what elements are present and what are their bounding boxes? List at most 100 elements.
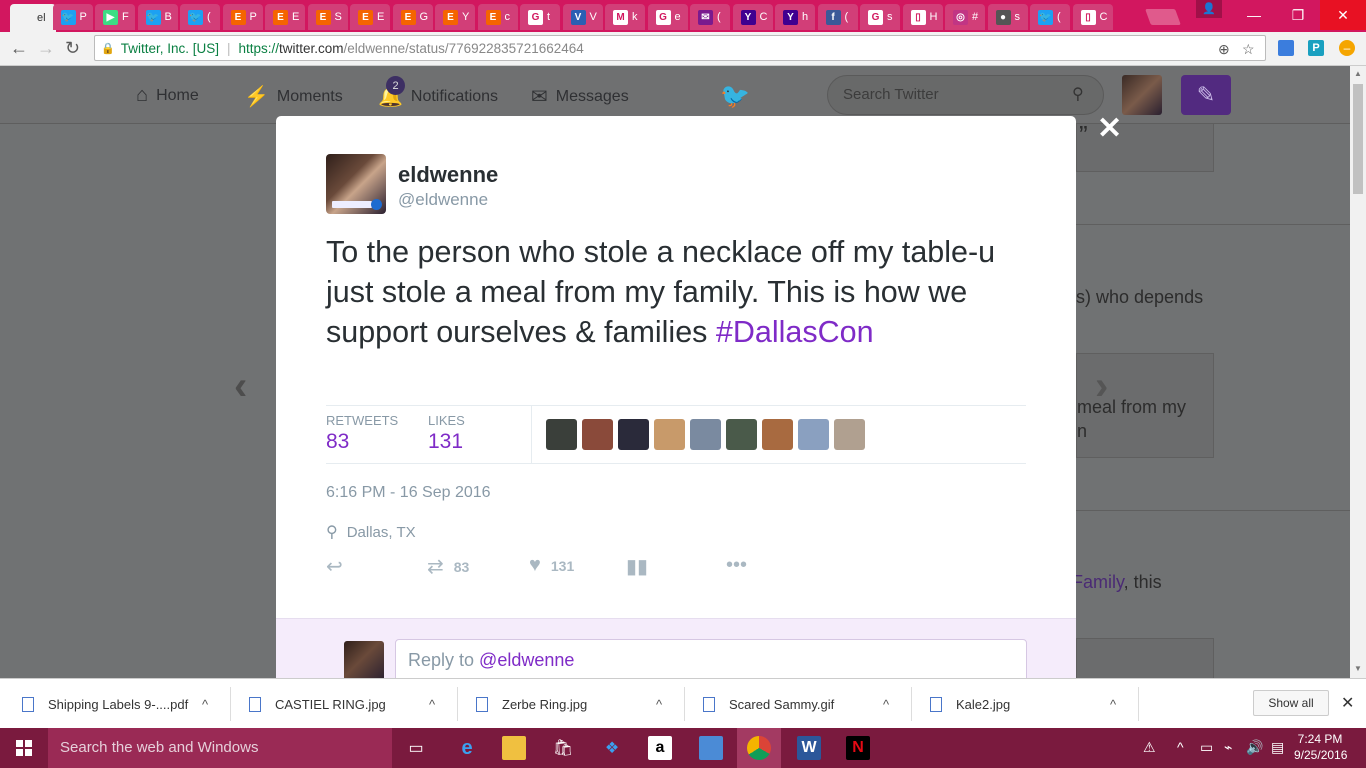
user-handle[interactable]: @eldwenne xyxy=(398,190,488,210)
restore-icon[interactable]: ❐ xyxy=(1276,0,1320,30)
liker-avatar[interactable] xyxy=(546,419,577,450)
battery-icon[interactable]: ▭ xyxy=(1200,739,1213,756)
liker-avatar[interactable] xyxy=(654,419,685,450)
nav-moments[interactable]: ⚡ Moments xyxy=(244,84,343,109)
chrome-icon[interactable] xyxy=(747,736,771,760)
liker-avatar[interactable] xyxy=(582,419,613,450)
tab-item[interactable]: EP xyxy=(222,4,263,30)
scroll-down-icon[interactable]: ▼ xyxy=(1354,664,1362,673)
netflix-icon[interactable]: N xyxy=(846,736,870,760)
nav-messages[interactable]: ✉ Messages xyxy=(531,84,629,109)
tab-item[interactable]: ▯ C xyxy=(1072,4,1113,30)
tab-item[interactable]: 🐦 P xyxy=(52,4,93,30)
background-card-link[interactable]: Family xyxy=(1076,572,1124,592)
secure-indicator[interactable]: 🔒 Twitter, Inc. [US] xyxy=(101,41,219,56)
bookmark-star-icon[interactable]: ☆ xyxy=(1242,41,1255,58)
show-all-button[interactable]: Show all xyxy=(1253,690,1329,716)
retweets-count[interactable]: 83 xyxy=(326,430,349,454)
file-explorer-icon[interactable] xyxy=(502,736,526,760)
hashtag-link[interactable]: #DallasCon xyxy=(716,315,874,349)
minimize-icon[interactable]: — xyxy=(1232,0,1276,30)
tab-item[interactable]: Ge xyxy=(647,4,688,30)
compose-tweet-button[interactable]: ✎ xyxy=(1181,75,1231,115)
close-window-icon[interactable]: ✕ xyxy=(1320,0,1366,30)
chevron-up-icon[interactable]: ^ xyxy=(883,697,889,712)
extension-icon[interactable] xyxy=(1278,40,1294,56)
tab-item[interactable]: EG xyxy=(392,4,433,30)
store-icon[interactable]: 🛍 xyxy=(551,736,575,760)
download-item[interactable]: Kale2.jpg ^ xyxy=(930,679,1135,729)
previous-arrow-icon[interactable]: ‹ xyxy=(234,364,247,409)
retweets-label[interactable]: RETWEETS xyxy=(326,413,398,428)
avatar[interactable] xyxy=(1122,75,1162,115)
tab-item[interactable]: el xyxy=(10,4,56,32)
liker-avatar[interactable] xyxy=(726,419,757,450)
menu-icon[interactable]: – xyxy=(1339,40,1355,56)
extension-p-icon[interactable]: P xyxy=(1308,40,1324,56)
warning-icon[interactable]: ⚠ xyxy=(1143,739,1156,756)
next-arrow-icon[interactable]: › xyxy=(1095,364,1108,409)
search-input[interactable]: Search Twitter xyxy=(827,75,1104,115)
edge-icon[interactable]: e xyxy=(455,736,479,760)
tab-item[interactable]: VV xyxy=(562,4,603,30)
tab-item[interactable]: ● s xyxy=(987,4,1028,30)
tab-item[interactable]: Mk xyxy=(605,4,645,30)
tweet-location[interactable]: ⚲ Dallas, TX xyxy=(326,522,416,542)
close-downloads-icon[interactable]: ✕ xyxy=(1341,693,1354,713)
more-button[interactable]: ••• xyxy=(726,554,747,577)
tab-item[interactable]: 🐦( xyxy=(1030,4,1070,30)
network-icon[interactable]: ⌁ xyxy=(1224,739,1232,756)
avatar[interactable] xyxy=(326,154,386,214)
chevron-up-icon[interactable]: ^ xyxy=(429,697,435,712)
tab-item[interactable]: ✉( xyxy=(690,4,730,30)
liker-avatar[interactable] xyxy=(798,419,829,450)
tab-item[interactable]: ▯ H xyxy=(902,4,943,30)
volume-icon[interactable]: 🔊 xyxy=(1246,739,1263,756)
scrollbar[interactable]: ▲ ▼ xyxy=(1350,66,1366,678)
address-bar[interactable]: 🔒 Twitter, Inc. [US] | https:// twitter.… xyxy=(94,35,1266,61)
taskbar-search-input[interactable]: Search the web and Windows xyxy=(48,728,392,768)
like-button[interactable]: ♥ 131 xyxy=(529,554,574,577)
tab-item[interactable]: 🐦 B xyxy=(137,4,178,30)
tab-item[interactable]: EE xyxy=(350,4,390,30)
scrollbar-thumb[interactable] xyxy=(1353,84,1363,194)
tab-item[interactable]: ▶ F xyxy=(95,4,135,30)
tab-item[interactable]: EE xyxy=(265,4,305,30)
tab-item[interactable]: 🐦( xyxy=(180,4,220,30)
profile-icon[interactable]: 👤 xyxy=(1196,0,1222,18)
task-view-icon[interactable]: ▭ xyxy=(404,736,428,760)
zoom-icon[interactable]: ⊕ xyxy=(1218,41,1230,58)
analytics-button[interactable]: ▮▮ xyxy=(626,554,648,579)
chevron-up-icon[interactable]: ^ xyxy=(1177,739,1184,755)
tab-item[interactable]: ES xyxy=(307,4,348,30)
tab-item[interactable]: YC xyxy=(732,4,773,30)
amazon-icon[interactable]: a xyxy=(648,736,672,760)
liker-avatar[interactable] xyxy=(762,419,793,450)
liker-avatar[interactable] xyxy=(690,419,721,450)
chevron-up-icon[interactable]: ^ xyxy=(1110,697,1116,712)
chevron-up-icon[interactable]: ^ xyxy=(202,697,208,712)
search-icon[interactable]: ⚲ xyxy=(1072,84,1084,104)
back-arrow-icon[interactable]: ← xyxy=(10,38,28,59)
user-name[interactable]: eldwenne xyxy=(398,162,498,188)
reply-button[interactable]: ↩ xyxy=(326,554,343,579)
likes-count[interactable]: 131 xyxy=(428,430,463,454)
reload-icon[interactable]: ↻ xyxy=(65,38,80,59)
download-item[interactable]: CASTIEL RING.jpg ^ xyxy=(249,679,454,729)
tab-item[interactable]: Ec xyxy=(477,4,518,30)
chevron-up-icon[interactable]: ^ xyxy=(656,697,662,712)
clock[interactable]: 7:24 PM 9/25/2016 xyxy=(1294,731,1347,763)
tab-item[interactable]: Gt xyxy=(520,4,560,30)
tab-item[interactable]: EY xyxy=(435,4,475,30)
scroll-up-icon[interactable]: ▲ xyxy=(1354,69,1362,78)
liker-avatar[interactable] xyxy=(834,419,865,450)
twitter-bird-icon[interactable]: 🐦 xyxy=(720,82,750,111)
action-center-icon[interactable]: ▤ xyxy=(1271,739,1284,756)
tab-item[interactable]: Gs xyxy=(860,4,900,30)
likes-label[interactable]: LIKES xyxy=(428,413,465,428)
download-item[interactable]: Scared Sammy.gif ^ xyxy=(703,679,908,729)
liker-avatar[interactable] xyxy=(618,419,649,450)
tab-item[interactable]: f( xyxy=(817,4,858,30)
forward-arrow-icon[interactable]: → xyxy=(37,38,55,59)
tab-item[interactable]: Yh xyxy=(775,4,815,30)
